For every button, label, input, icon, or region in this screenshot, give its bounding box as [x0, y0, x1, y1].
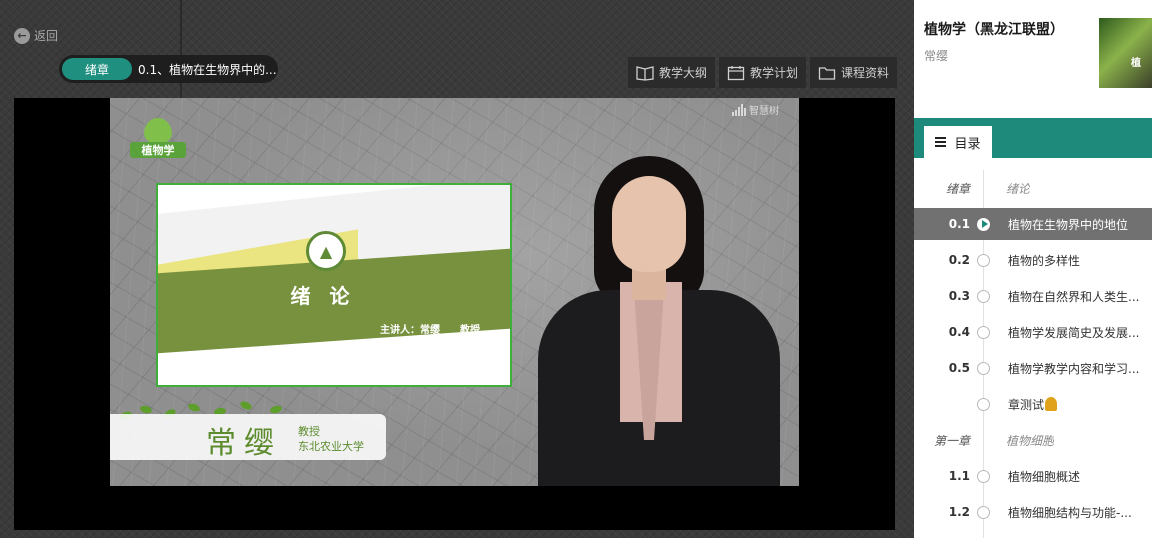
toc-label: 植物在生物界中的地位 [1008, 216, 1128, 233]
toc-item[interactable]: 0.3 植物在自然界和人类生... [914, 280, 1152, 312]
progress-circle-icon [977, 469, 990, 483]
toc-label: 绪论 [1006, 180, 1030, 197]
toc-item[interactable]: 0.1 植物在生物界中的地位 [914, 208, 1152, 240]
course-logo: 植物学 [130, 118, 186, 158]
toc-number: 1.1 [948, 469, 970, 483]
course-thumbnail-text: 植 [1131, 58, 1141, 69]
toc-number: 1.2 [948, 505, 970, 519]
toc-number: 0.4 [948, 325, 970, 339]
presenter-school: 东北农业大学 [298, 440, 364, 453]
toc-chapter: 第一章 植物细胞 [914, 424, 1152, 456]
toc-label-text: 植物细胞结构与功能-... [1008, 505, 1132, 520]
course-materials-label: 课程资料 [841, 66, 890, 80]
folder-icon [818, 66, 836, 80]
progress-circle-icon [977, 505, 990, 519]
toc-item[interactable]: 0.5 植物学教学内容和学习... [914, 352, 1152, 384]
toc-label: 植物细胞概述 [1008, 468, 1080, 485]
medal-icon [1045, 396, 1058, 411]
course-materials-button[interactable]: 课程资料 [810, 57, 898, 88]
toc-number: 0.3 [948, 289, 970, 303]
list-icon [935, 137, 947, 147]
lower-third: 常缨 教授 东北农业大学 [110, 414, 386, 461]
toc-label-text: 植物在生物界中的地位 [1008, 217, 1129, 232]
back-arrow-icon: ← [14, 27, 30, 44]
progress-circle-icon [977, 289, 990, 303]
progress-circle-icon [977, 325, 990, 339]
toc-label: 植物在自然界和人类生... [1008, 288, 1139, 305]
tab-catalog-label: 目录 [954, 136, 981, 152]
course-logo-text: 植物学 [130, 142, 186, 158]
chapter-pill[interactable]: 绪章 [62, 58, 132, 80]
teaching-plan-button[interactable]: 教学计划 [719, 57, 807, 88]
progress-circle-icon [977, 253, 990, 267]
toc-number: 绪章 [945, 181, 970, 196]
slide-lecturer: 主讲人：常缨 教授 [380, 325, 480, 336]
back-label: 返回 [34, 29, 59, 43]
toc-item[interactable]: 1.1 植物细胞概述 [914, 460, 1152, 492]
university-emblem-icon: ▲ [306, 231, 346, 271]
toc-item[interactable]: 章测试 [914, 388, 1152, 420]
syllabus-button[interactable]: 教学大纲 [628, 57, 716, 88]
divider-line [180, 0, 182, 98]
sidebar-tabbar: 目录 [914, 118, 1152, 158]
progress-circle-icon [977, 397, 990, 411]
tab-catalog[interactable]: 目录 [924, 126, 992, 158]
toc-label-text: 植物在自然界和人类生... [1008, 289, 1140, 304]
calendar-icon [727, 65, 745, 80]
toc-number: 第一章 [933, 433, 970, 448]
toc-label-text: 绪论 [1006, 181, 1031, 196]
course-title: 植物学（黑龙江联盟） [924, 22, 1064, 38]
course-sidebar: 植物学（黑龙江联盟） 常缨 植 目录 绪章 绪论 0.1 植物在生物界中的地位 0.2 植… [914, 0, 1152, 538]
watermark-text: 智慧树 [749, 106, 779, 117]
toc-number: 0.1 [948, 217, 970, 231]
watermark: 智慧树 [732, 102, 779, 117]
toc-number: 0.5 [948, 361, 970, 375]
syllabus-label: 教学大纲 [659, 66, 708, 80]
toc-label-text: 植物细胞概述 [1008, 469, 1081, 484]
toc-label: 植物学教学内容和学习... [1008, 360, 1139, 377]
toc-item[interactable]: 0.4 植物学发展简史及发展... [914, 316, 1152, 348]
toc-item[interactable]: 1.2 植物细胞结构与功能-... [914, 496, 1152, 528]
teaching-plan-label: 教学计划 [750, 66, 799, 80]
leaf-icon [144, 118, 172, 144]
progress-circle-icon [977, 361, 990, 375]
back-button[interactable]: ← 返回 [14, 27, 58, 44]
toc-chapter: 绪章 绪论 [914, 172, 1152, 204]
toc-label: 植物的多样性 [1008, 252, 1080, 269]
presenter-image [528, 156, 790, 486]
course-thumbnail[interactable]: 植 [1099, 18, 1152, 88]
slide-title: 绪 论 [290, 284, 356, 308]
toc-label-text: 植物的多样性 [1008, 253, 1081, 268]
toc-number: 0.2 [948, 253, 970, 267]
toc-label: 植物细胞 [1006, 432, 1054, 449]
play-indicator-icon [977, 217, 990, 231]
book-icon [636, 65, 654, 81]
presenter-title: 教授 [298, 425, 320, 438]
signal-icon [732, 103, 746, 116]
video-player[interactable]: 植物学 智慧树 ▲ 绪 论 主讲人：常缨 教授 常缨 教授 东北农业大学 [14, 98, 895, 530]
toc-item[interactable]: 0.2 植物的多样性 [914, 244, 1152, 276]
breadcrumb: 绪章 0.1、植物在生物界中的... [59, 55, 278, 83]
video-frame[interactable]: 植物学 智慧树 ▲ 绪 论 主讲人：常缨 教授 常缨 教授 东北农业大学 [110, 98, 799, 486]
presenter-name: 常缨 [206, 426, 282, 461]
toc-label: 植物细胞结构与功能-... [1008, 504, 1132, 521]
toc-label: 章测试 [1008, 396, 1058, 413]
lesson-title: 0.1、植物在生物界中的... [138, 62, 277, 77]
toc-label-text: 植物学教学内容和学习... [1008, 361, 1140, 376]
toc-label: 植物学发展简史及发展... [1008, 324, 1139, 341]
toc-label-text: 章测试 [1008, 397, 1045, 412]
course-teacher: 常缨 [924, 49, 949, 63]
title-slide: ▲ 绪 论 主讲人：常缨 教授 [156, 183, 512, 387]
toc-label-text: 植物细胞 [1006, 433, 1055, 448]
toc-label-text: 植物学发展简史及发展... [1008, 325, 1140, 340]
